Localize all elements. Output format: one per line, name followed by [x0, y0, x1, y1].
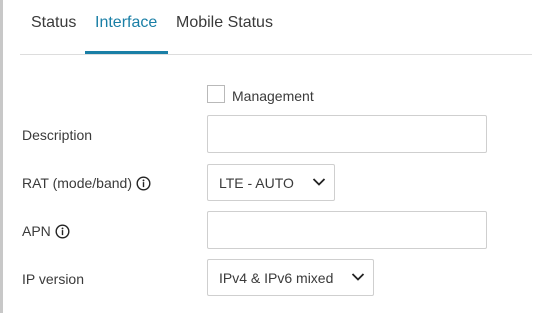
rat-select-value: LTE - AUTO [219, 175, 294, 191]
rat-select[interactable]: LTE - AUTO [207, 164, 335, 201]
tab-status[interactable]: Status [31, 14, 76, 32]
active-tab-indicator [85, 51, 168, 54]
ip-version-select-value: IPv4 & IPv6 mixed [219, 270, 334, 286]
ip-version-select[interactable]: IPv4 & IPv6 mixed [207, 259, 374, 296]
info-circle-icon[interactable] [136, 176, 151, 194]
management-label: Management [232, 88, 314, 104]
ip-version-label: IP version [22, 271, 84, 287]
description-input[interactable] [207, 115, 487, 153]
tab-bar: Status Interface Mobile Status [20, 0, 532, 55]
tab-mobile-status[interactable]: Mobile Status [176, 14, 273, 32]
chevron-down-icon [351, 273, 365, 281]
rat-label-row: RAT (mode/band) [22, 175, 151, 194]
info-circle-icon[interactable] [55, 224, 70, 242]
apn-label-row: APN [22, 223, 70, 242]
apn-label: APN [22, 223, 51, 239]
management-checkbox[interactable] [207, 85, 225, 103]
rat-label: RAT (mode/band) [22, 175, 132, 191]
chevron-down-icon [312, 178, 326, 186]
tab-interface[interactable]: Interface [95, 14, 157, 32]
apn-input[interactable] [207, 211, 487, 249]
description-label: Description [22, 127, 93, 143]
left-border [0, 0, 3, 313]
